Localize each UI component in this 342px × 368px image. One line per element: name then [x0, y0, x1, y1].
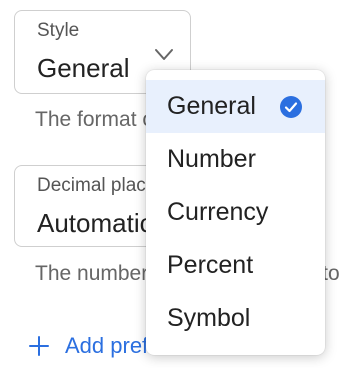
chevron-down-icon[interactable]: [151, 47, 177, 63]
style-label: Style: [37, 20, 80, 41]
menu-item-label: Percent: [167, 251, 254, 279]
menu-item-number[interactable]: Number: [146, 133, 325, 186]
check-circle-icon: [280, 96, 302, 118]
menu-item-label: General: [167, 92, 256, 120]
menu-item-general[interactable]: General: [146, 80, 325, 133]
menu-item-symbol[interactable]: Symbol: [146, 292, 325, 345]
menu-item-label: Currency: [167, 198, 269, 226]
menu-item-percent[interactable]: Percent: [146, 239, 325, 292]
style-value: General: [37, 53, 130, 83]
plus-icon: [29, 336, 49, 356]
menu-item-label: Symbol: [167, 304, 251, 332]
format-settings-panel: Style General The format of the value De…: [0, 0, 342, 368]
decimal-places-value: Automatic: [37, 208, 153, 238]
style-dropdown-menu: General Number Currency Percent Symbol: [146, 70, 325, 355]
add-prefix-link[interactable]: Add prefix: [29, 332, 164, 360]
menu-item-label: Number: [167, 145, 256, 173]
menu-item-currency[interactable]: Currency: [146, 186, 325, 239]
